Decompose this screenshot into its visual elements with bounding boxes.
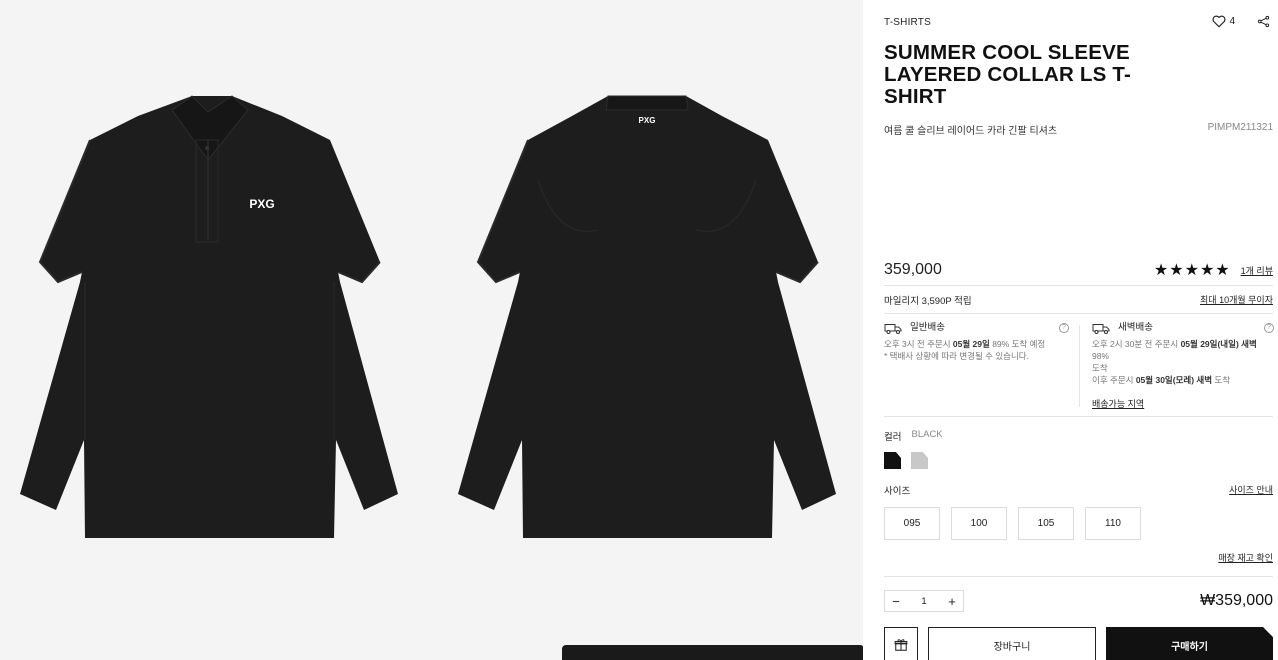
truck-icon <box>1092 323 1110 334</box>
dawn-shipping-header: 새벽배송 ? <box>1092 322 1274 334</box>
help-icon[interactable]: ? <box>1264 323 1274 333</box>
color-swatch-gray[interactable] <box>911 452 928 469</box>
size-guide-link[interactable]: 사이즈 안내 <box>1229 483 1273 497</box>
price-row: 359,000 ★★★★★ 1개 리뷰 <box>884 255 1273 285</box>
product-title: SUMMER COOL SLEEVE LAYERED COLLAR LS T-S… <box>884 41 1131 108</box>
divider <box>884 285 1273 286</box>
truck-icon <box>884 323 902 334</box>
mileage-text: 마일리지 3,590P 적립 <box>884 296 972 307</box>
like-count: 4 <box>1229 16 1235 27</box>
purchase-actions: 장바구니 구매하기 <box>884 627 1273 660</box>
help-icon[interactable]: ? <box>1059 323 1069 333</box>
shipping-divider <box>1079 325 1080 407</box>
mileage-row: 마일리지 3,590P 적립 최대 10개월 무이자 <box>884 293 1273 307</box>
product-image-front[interactable]: PXG <box>0 0 420 560</box>
quantity-decrease-button[interactable]: − <box>885 591 907 611</box>
delivery-area-link[interactable]: 배송가능 지역 <box>1092 397 1144 410</box>
top-actions: 4 <box>1212 15 1270 28</box>
color-option-row: 컬러 BLACK <box>884 429 943 443</box>
product-subtitle: 여름 쿨 슬리브 레이어드 카라 긴팔 티셔츠 <box>884 126 1058 137</box>
buy-now-button[interactable]: 구매하기 <box>1106 627 1273 660</box>
divider <box>884 313 1273 314</box>
add-to-cart-button[interactable]: 장바구니 <box>928 627 1096 660</box>
heart-icon <box>1212 15 1226 28</box>
standard-shipping-header: 일반배송 ? <box>884 322 1069 334</box>
product-category: T-SHIRTS <box>884 17 931 28</box>
share-icon[interactable] <box>1257 15 1270 28</box>
size-label: 사이즈 <box>884 486 911 497</box>
size-button-100[interactable]: 100 <box>951 507 1007 540</box>
size-buttons: 095 100 105 110 <box>884 507 1141 540</box>
dawn-shipping-label: 새벽배송 <box>1118 322 1153 333</box>
standard-shipping: 일반배송 ? 오후 3시 전 주문시 05월 29일 89% 도착 예정 * 택… <box>884 322 1069 362</box>
star-rating-icon: ★★★★★ <box>1153 262 1231 279</box>
product-gallery: PXG PXG <box>0 0 863 660</box>
standard-shipping-line1: 오후 3시 전 주문시 05월 29일 89% 도착 예정 <box>884 339 1046 349</box>
dawn-shipping: 새벽배송 ? 오후 2시 30분 전 주문시 05월 29일(내일) 새벽 98… <box>1092 322 1274 386</box>
color-label: 컬러 <box>884 432 902 443</box>
size-option-row: 사이즈 사이즈 안내 <box>884 483 1273 497</box>
next-image-peek[interactable] <box>562 645 863 660</box>
divider <box>884 576 1273 577</box>
dawn-shipping-line1-cont: 도착 <box>1092 363 1108 373</box>
pxg-logo: PXG <box>249 197 274 211</box>
color-swatches <box>884 452 928 469</box>
quantity-row: − + ₩359,000 <box>884 590 1273 612</box>
installment-link[interactable]: 최대 10개월 무이자 <box>1200 293 1273 307</box>
store-stock-link[interactable]: 매장 재고 확인 <box>1218 551 1273 564</box>
product-info-panel: T-SHIRTS 4 SUMMER COOL SLEEVE LAYERED CO… <box>863 0 1278 660</box>
divider <box>884 416 1273 417</box>
dawn-shipping-line1: 오후 2시 30분 전 주문시 05월 29일(내일) 새벽 98% <box>1092 339 1257 361</box>
size-button-110[interactable]: 110 <box>1085 507 1141 540</box>
quantity-input[interactable] <box>907 591 941 611</box>
quantity-increase-button[interactable]: + <box>941 591 963 611</box>
pxg-back-logo: PXG <box>639 116 656 125</box>
gift-button[interactable] <box>884 627 918 660</box>
color-selected-value: BLACK <box>911 429 943 440</box>
product-image-back[interactable]: PXG <box>438 0 858 560</box>
product-code: PIMPM211321 <box>1207 122 1273 133</box>
quantity-stepper: − + <box>884 590 964 612</box>
rating: ★★★★★ 1개 리뷰 <box>1154 260 1273 280</box>
like-button[interactable]: 4 <box>1212 15 1235 28</box>
standard-shipping-label: 일반배송 <box>910 322 945 333</box>
standard-shipping-line2: * 택배사 상황에 따라 변경될 수 있습니다. <box>884 351 1029 361</box>
size-button-095[interactable]: 095 <box>884 507 940 540</box>
color-swatch-black[interactable] <box>884 452 901 469</box>
size-button-105[interactable]: 105 <box>1018 507 1074 540</box>
product-price: 359,000 <box>884 261 942 278</box>
gift-icon <box>894 639 908 651</box>
total-price: ₩359,000 <box>1200 592 1273 609</box>
reviews-link[interactable]: 1개 리뷰 <box>1241 264 1273 277</box>
dawn-shipping-line2: 이후 주문시 05월 30일(모레) 새벽 도착 <box>1092 375 1231 385</box>
